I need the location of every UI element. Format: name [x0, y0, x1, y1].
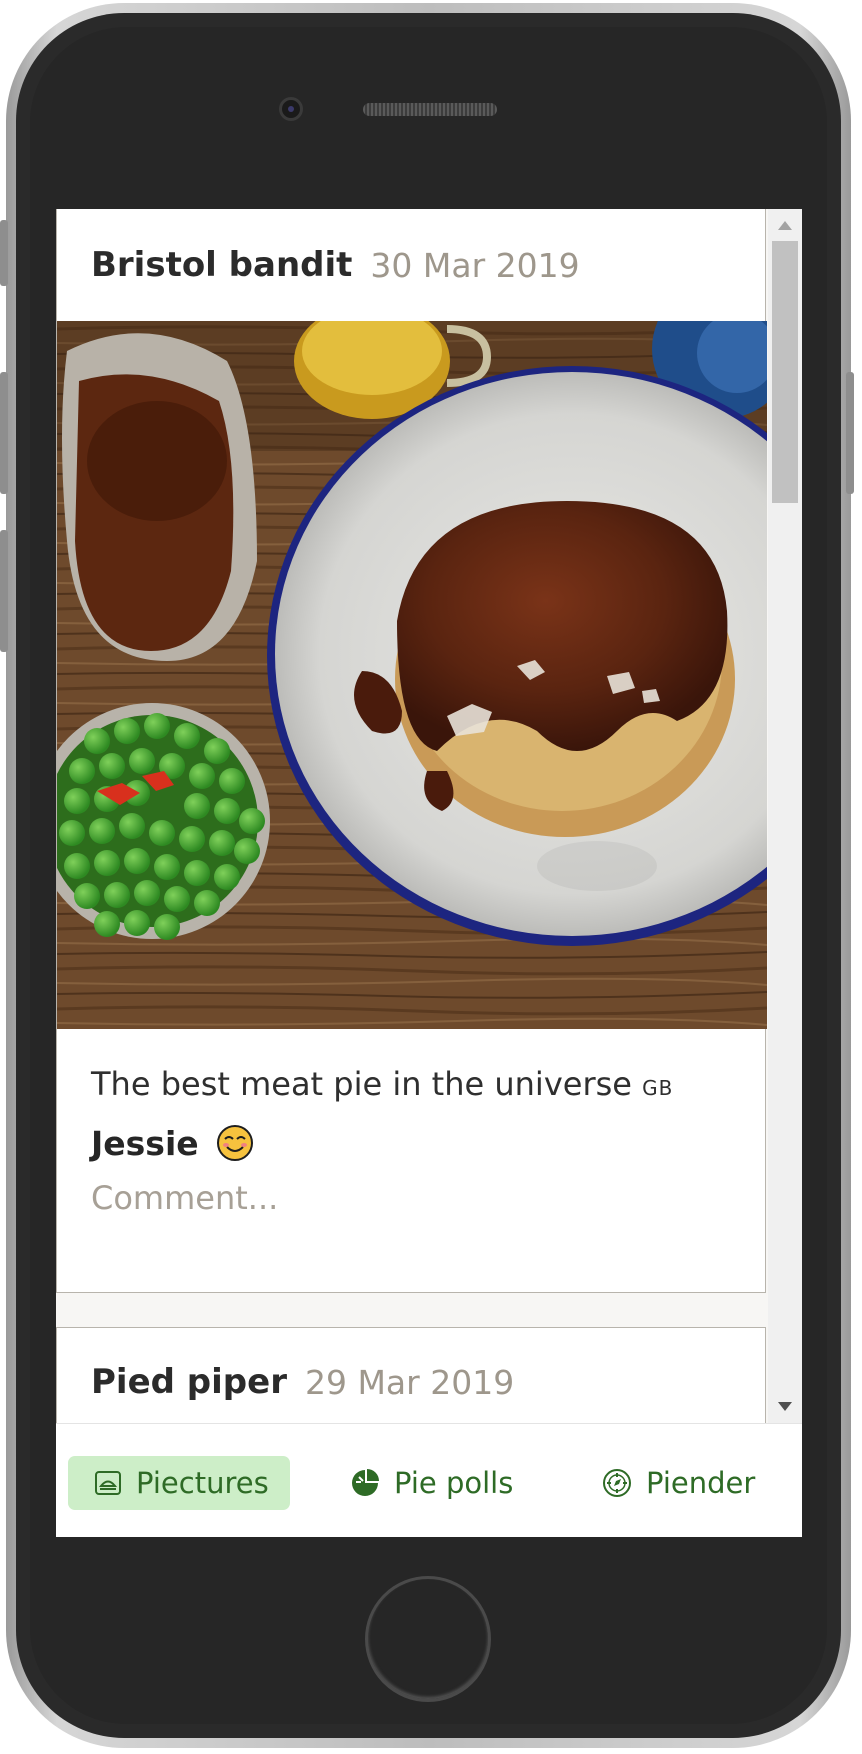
- pie-photo-image: [57, 321, 767, 1029]
- post-date: 29 Mar 2019: [304, 1362, 515, 1402]
- pie-chart-icon: [352, 1469, 379, 1496]
- tab-piender[interactable]: Piender: [602, 1456, 755, 1510]
- scroll-down-arrow-icon[interactable]: [778, 1402, 792, 1411]
- tab-label: Pie polls: [394, 1466, 514, 1500]
- comment-input[interactable]: [91, 1179, 691, 1217]
- earpiece-speaker: [363, 103, 497, 116]
- post-username[interactable]: Bristol bandit: [91, 245, 352, 285]
- post-caption: The best meat pie in the universe GB: [57, 1029, 765, 1103]
- feed-scrollbar[interactable]: [768, 209, 802, 1423]
- post-photo[interactable]: [57, 321, 767, 1029]
- comment-row: Jessie: [57, 1103, 765, 1163]
- scrollbar-thumb[interactable]: [772, 241, 798, 503]
- volume-up-button: [0, 372, 8, 494]
- mute-switch: [0, 220, 8, 286]
- front-camera: [279, 97, 303, 121]
- caption-text: The best meat pie in the universe: [91, 1065, 632, 1103]
- post-card: Bristol bandit 30 Mar 2019 The best meat…: [56, 209, 767, 1293]
- smiling-face-emoji-icon: [216, 1125, 253, 1161]
- tab-label: Piender: [646, 1466, 756, 1500]
- tab-pie-polls[interactable]: Pie polls: [350, 1456, 513, 1510]
- flag-gb: GB: [642, 1076, 674, 1100]
- compass-icon: [603, 1469, 631, 1497]
- post-header: Bristol bandit 30 Mar 2019: [57, 209, 765, 321]
- post-feed[interactable]: Bristol bandit 30 Mar 2019 The best meat…: [56, 209, 768, 1423]
- scroll-up-arrow-icon[interactable]: [778, 221, 792, 230]
- app-screen: Bristol bandit 30 Mar 2019 The best meat…: [56, 209, 802, 1537]
- home-button[interactable]: [365, 1576, 491, 1702]
- post-date: 30 Mar 2019: [370, 245, 580, 285]
- pie-picture-icon: [95, 1471, 121, 1495]
- post-card: Pied piper 29 Mar 2019: [56, 1327, 766, 1423]
- tab-label: Piectures: [136, 1466, 269, 1500]
- tab-piectures[interactable]: Piectures: [68, 1456, 290, 1510]
- volume-down-button: [0, 530, 8, 652]
- comment-author[interactable]: Jessie: [91, 1124, 199, 1163]
- post-header: Pied piper 29 Mar 2019: [57, 1328, 765, 1423]
- bottom-tab-bar: Piectures Pie polls Piender: [56, 1423, 802, 1537]
- power-button: [846, 372, 854, 494]
- post-username[interactable]: Pied piper: [91, 1362, 287, 1402]
